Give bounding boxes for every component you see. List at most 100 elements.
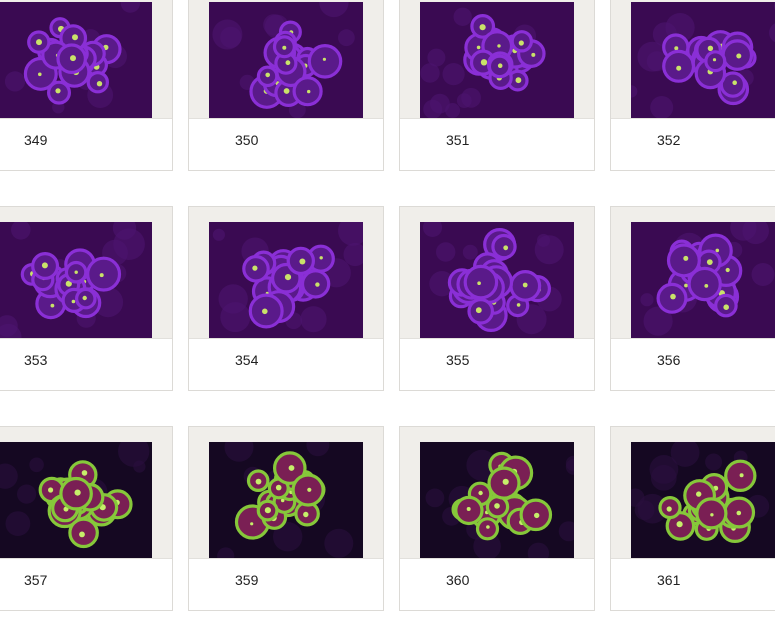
- coral-thumbnail-card[interactable]: 359: [188, 426, 384, 611]
- photo-texture: [456, 93, 472, 108]
- photo-texture: [4, 71, 26, 92]
- coral-polyp-center: [319, 256, 323, 260]
- coral-thumbnail-card[interactable]: 352: [610, 0, 775, 171]
- coral-polyp-center: [48, 487, 54, 493]
- coral-thumbnail-card[interactable]: 356: [610, 206, 775, 391]
- coral-polyp-center: [494, 503, 500, 509]
- photo-texture: [453, 7, 472, 26]
- coral-polyp-center: [284, 274, 292, 281]
- coral-photo[interactable]: [631, 222, 775, 338]
- coral-photo[interactable]: [420, 2, 574, 118]
- thumbnail-number-label: 361: [657, 572, 681, 588]
- coral-polyp-center: [475, 307, 482, 314]
- photo-texture: [442, 63, 465, 86]
- coral-polyp-center: [518, 40, 524, 46]
- coral-polyp-center: [696, 491, 702, 497]
- coral-polyp-center: [282, 45, 287, 50]
- coral-photo[interactable]: [420, 442, 574, 558]
- photo-texture: [17, 484, 37, 504]
- coral-polyp-center: [516, 303, 521, 307]
- coral-photo[interactable]: [209, 2, 363, 118]
- coral-polyp-center: [70, 55, 76, 62]
- coral-polyp-center: [706, 259, 713, 265]
- coral-photo[interactable]: [209, 442, 363, 558]
- coral-polyp-center: [264, 507, 271, 514]
- coral-polyp-center: [307, 487, 312, 492]
- coral-polyp: [307, 43, 343, 79]
- coral-polyp-center: [479, 24, 486, 31]
- photo-mat: [400, 427, 594, 559]
- coral-polyp-center: [303, 511, 309, 518]
- coral-photo[interactable]: [0, 442, 152, 558]
- coral-polyp-center: [723, 304, 729, 310]
- coral-polyp-center: [707, 45, 714, 51]
- thumbnail-number-label: 354: [235, 352, 259, 368]
- coral-thumbnail-card[interactable]: 355: [399, 206, 595, 391]
- coral-polyp-center: [486, 525, 490, 529]
- coral-polyp-center: [96, 81, 103, 87]
- coral-polyp-center: [72, 34, 78, 41]
- coral-polyp-center: [79, 531, 85, 538]
- coral-polyp-center: [666, 506, 672, 512]
- coral-polyp-center: [676, 521, 683, 528]
- photo-texture: [420, 63, 440, 83]
- coral-polyp-center: [41, 262, 48, 269]
- coral-thumbnail-card[interactable]: 353: [0, 206, 173, 391]
- coral-polyp-center: [315, 282, 320, 287]
- photo-mat: [400, 0, 594, 119]
- coral-thumbnail-card[interactable]: 360: [399, 426, 595, 611]
- coral-polyp-center: [81, 470, 88, 476]
- coral-thumbnail-card[interactable]: 357: [0, 426, 173, 611]
- coral-photo[interactable]: [631, 442, 775, 558]
- photo-texture: [436, 242, 456, 262]
- thumbnail-number-label: 357: [24, 572, 48, 588]
- coral-polyp: [86, 256, 122, 292]
- thumbnail-number-label: 355: [446, 352, 470, 368]
- coral-polyp-center: [710, 513, 714, 517]
- coral-polyp-center: [531, 52, 536, 57]
- photo-texture: [212, 19, 243, 50]
- photo-texture: [650, 96, 674, 118]
- photo-mat: [189, 0, 383, 119]
- photo-texture: [462, 244, 478, 260]
- coral-polyp-center: [275, 484, 282, 491]
- coral-photo[interactable]: [0, 2, 152, 118]
- photo-texture: [650, 464, 677, 491]
- coral-polyp-center: [74, 270, 78, 274]
- coral-polyp-center: [725, 267, 730, 273]
- thumbnail-number-label: 350: [235, 132, 259, 148]
- thumbnail-number-label: 349: [24, 132, 48, 148]
- coral-photo[interactable]: [0, 222, 152, 338]
- coral-polyp-center: [480, 59, 488, 66]
- thumbnail-number-label: 352: [657, 132, 681, 148]
- thumbnail-number-label: 359: [235, 572, 259, 588]
- coral-polyp-center: [99, 273, 104, 278]
- coral-photo[interactable]: [209, 222, 363, 338]
- photo-texture: [534, 235, 564, 265]
- photo-mat: [611, 207, 775, 339]
- coral-photo[interactable]: [631, 2, 775, 118]
- coral-polyp-center: [732, 80, 737, 85]
- coral-polyp-center: [515, 77, 522, 84]
- coral-polyp: [463, 264, 499, 300]
- coral-polyp-center: [466, 507, 471, 511]
- coral-polyp-center: [684, 283, 688, 288]
- coral-thumbnail-card[interactable]: 349: [0, 0, 173, 171]
- coral-polyp-center: [534, 512, 540, 519]
- coral-polyp-center: [38, 72, 42, 77]
- coral-polyp-center: [674, 46, 679, 51]
- coral-thumbnail-card[interactable]: 361: [610, 426, 775, 611]
- coral-thumbnail-card[interactable]: 351: [399, 0, 595, 171]
- coral-polyp-center: [736, 53, 742, 59]
- coral-polyp-center: [283, 88, 290, 94]
- thumbnail-number-label: 353: [24, 352, 48, 368]
- coral-polyp-center: [285, 60, 291, 66]
- coral-polyp-center: [50, 303, 55, 308]
- coral-polyp-center: [288, 465, 295, 471]
- coral-thumbnail-card[interactable]: 350: [188, 0, 384, 171]
- coral-thumbnail-card[interactable]: 354: [188, 206, 384, 391]
- coral-photo[interactable]: [420, 222, 574, 338]
- photo-texture: [300, 306, 327, 333]
- coral-polyp-center: [299, 258, 306, 265]
- coral-polyp-center: [502, 478, 509, 485]
